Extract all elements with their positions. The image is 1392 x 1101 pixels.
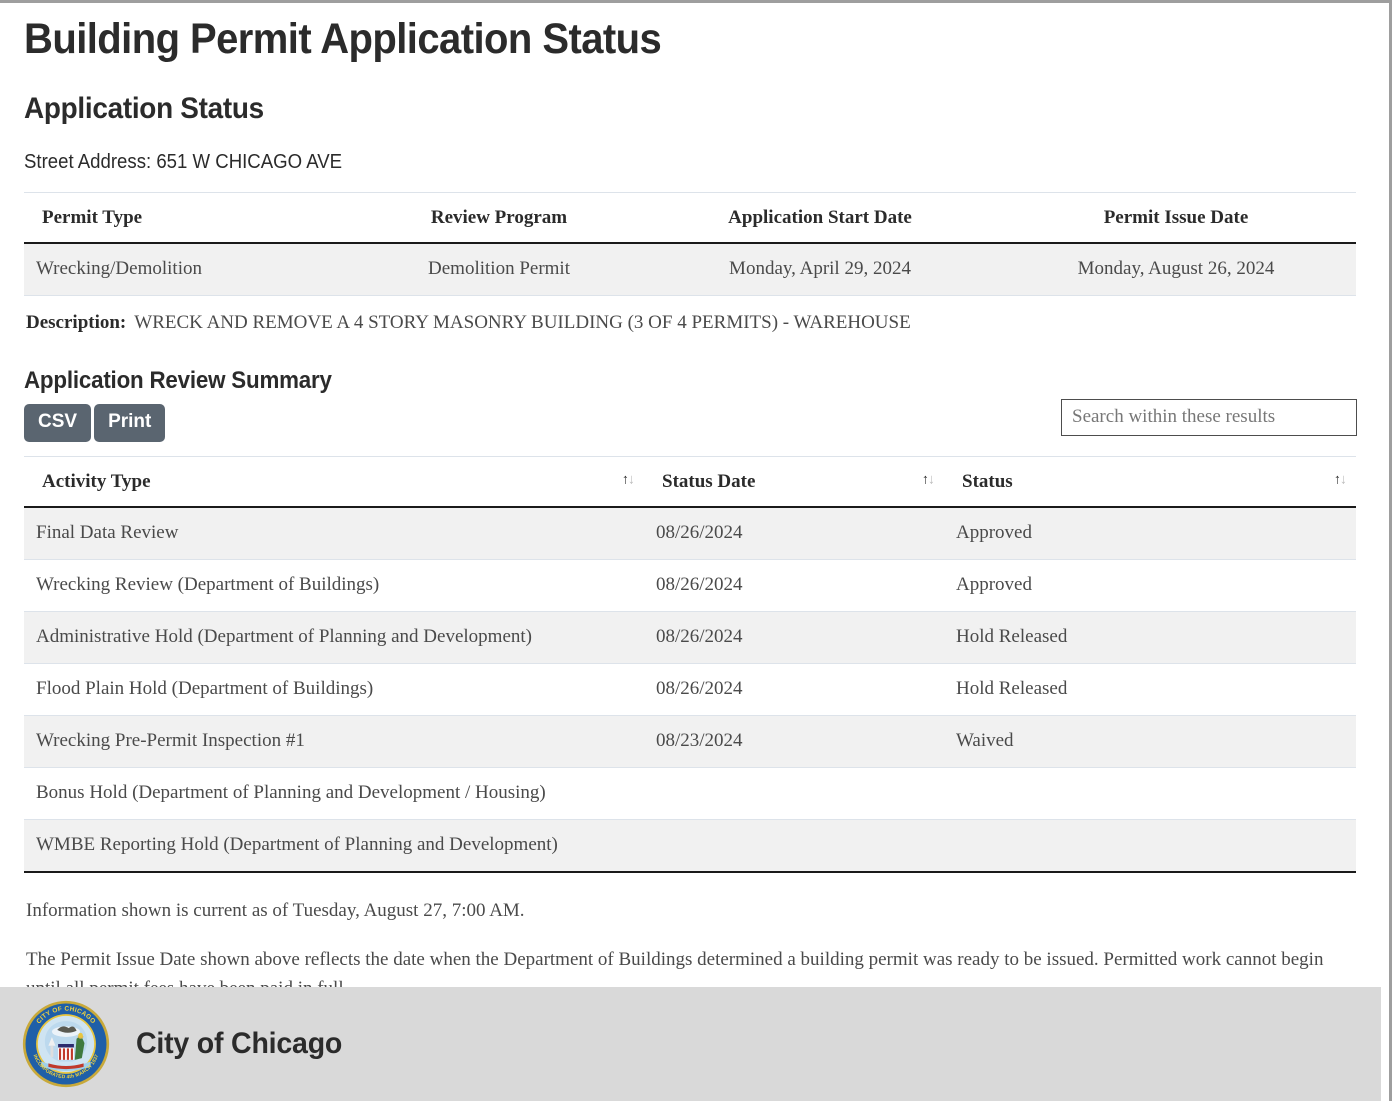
status-cell: Hold Released <box>944 663 1356 716</box>
activity-type-cell: Bonus Hold (Department of Planning and D… <box>24 767 644 820</box>
permit-table-header-permit-type: Permit Type <box>24 191 354 244</box>
print-button[interactable]: Print <box>94 403 166 442</box>
activity-type-cell: WMBE Reporting Hold (Department of Plann… <box>24 819 644 873</box>
permit-summary-table: Permit Type Review Program Application S… <box>24 191 1356 296</box>
description-text: WRECK AND REMOVE A 4 STORY MASONRY BUILD… <box>134 311 911 333</box>
review-table-header-status[interactable]: Status ↑↓ <box>944 455 1356 508</box>
status-date-cell: 08/26/2024 <box>644 611 944 664</box>
permit-table-row: Wrecking/Demolition Demolition Permit Mo… <box>24 242 1356 296</box>
table-row: Wrecking Pre-Permit Inspection #1 08/23/… <box>24 715 1356 768</box>
status-date-cell <box>644 767 944 820</box>
section-title-application-status: Application Status <box>24 91 264 125</box>
review-table-header-status-date[interactable]: Status Date ↑↓ <box>644 455 944 508</box>
table-row: Administrative Hold (Department of Plann… <box>24 611 1356 664</box>
sort-arrows-icon[interactable]: ↑↓ <box>1334 473 1347 489</box>
table-row: WMBE Reporting Hold (Department of Plann… <box>24 819 1356 873</box>
review-table-toolbar: CSV Print <box>24 398 1358 448</box>
table-row: Wrecking Review (Department of Buildings… <box>24 559 1356 612</box>
status-date-cell: 08/26/2024 <box>644 506 944 560</box>
permit-table-header-permit-issue-date: Permit Issue Date <box>996 191 1356 244</box>
activity-type-cell: Flood Plain Hold (Department of Building… <box>24 663 644 716</box>
page-content: Building Permit Application Status Appli… <box>24 9 1358 1004</box>
description-line: Description: WRECK AND REMOVE A 4 STORY M… <box>26 312 1358 334</box>
status-date-cell: 08/26/2024 <box>644 663 944 716</box>
table-row: Flood Plain Hold (Department of Building… <box>24 663 1356 716</box>
review-program-value: Demolition Permit <box>354 242 644 296</box>
application-review-summary-table: Activity Type ↑↓ Status Date ↑↓ Status ↑… <box>24 455 1356 873</box>
page-frame: Building Permit Application Status Appli… <box>0 0 1392 1101</box>
sort-arrows-icon[interactable]: ↑↓ <box>622 473 635 489</box>
description-label: Description: <box>26 311 127 333</box>
permit-type-value: Wrecking/Demolition <box>24 242 354 296</box>
permit-table-header-review-program: Review Program <box>354 191 644 244</box>
review-table-header-row: Activity Type ↑↓ Status Date ↑↓ Status ↑… <box>24 455 1356 508</box>
search-input[interactable] <box>1061 398 1357 436</box>
activity-type-cell: Wrecking Pre-Permit Inspection #1 <box>24 715 644 768</box>
activity-type-cell: Wrecking Review (Department of Buildings… <box>24 559 644 612</box>
sort-arrows-icon[interactable]: ↑↓ <box>922 473 935 489</box>
permit-table-header-row: Permit Type Review Program Application S… <box>24 191 1356 244</box>
sort-down-icon: ↓ <box>928 473 935 489</box>
status-cell: Approved <box>944 559 1356 612</box>
status-cell <box>944 819 1356 873</box>
review-header-label-activity-type: Activity Type <box>42 470 151 492</box>
table-row: Final Data Review 08/26/2024 Approved <box>24 506 1356 560</box>
status-cell: Hold Released <box>944 611 1356 664</box>
status-cell: Approved <box>944 506 1356 560</box>
status-date-cell: 08/23/2024 <box>644 715 944 768</box>
footnote-current-as-of: Information shown is current as of Tuesd… <box>26 899 525 921</box>
review-table-header-activity-type[interactable]: Activity Type ↑↓ <box>24 455 644 508</box>
csv-button[interactable]: CSV <box>24 403 92 442</box>
permit-issue-date-value: Monday, August 26, 2024 <box>996 242 1356 296</box>
sort-down-icon: ↓ <box>1340 473 1347 489</box>
review-table-body: Final Data Review 08/26/2024 Approved Wr… <box>24 506 1356 873</box>
section-title-application-review-summary: Application Review Summary <box>24 366 332 394</box>
site-footer: CITY OF CHICAGO INCORPORATED 4th MARCH 1… <box>0 987 1381 1101</box>
application-start-date-value: Monday, April 29, 2024 <box>644 242 996 296</box>
permit-table-header-application-start-date: Application Start Date <box>644 191 996 244</box>
page-title: Building Permit Application Status <box>24 15 662 63</box>
review-header-label-status-date: Status Date <box>662 470 756 492</box>
status-cell <box>944 767 1356 820</box>
activity-type-cell: Final Data Review <box>24 506 644 560</box>
status-cell: Waived <box>944 715 1356 768</box>
status-date-cell <box>644 819 944 873</box>
activity-type-cell: Administrative Hold (Department of Plann… <box>24 611 644 664</box>
table-row: Bonus Hold (Department of Planning and D… <box>24 767 1356 820</box>
export-button-group: CSV Print <box>24 403 166 442</box>
review-header-label-status: Status <box>962 470 1013 492</box>
street-address: Street Address: 651 W CHICAGO AVE <box>24 150 343 173</box>
city-of-chicago-seal-icon: CITY OF CHICAGO INCORPORATED 4th MARCH 1… <box>22 1000 110 1088</box>
status-date-cell: 08/26/2024 <box>644 559 944 612</box>
sort-down-icon: ↓ <box>628 473 635 489</box>
footer-org-name: City of Chicago <box>136 1027 343 1060</box>
